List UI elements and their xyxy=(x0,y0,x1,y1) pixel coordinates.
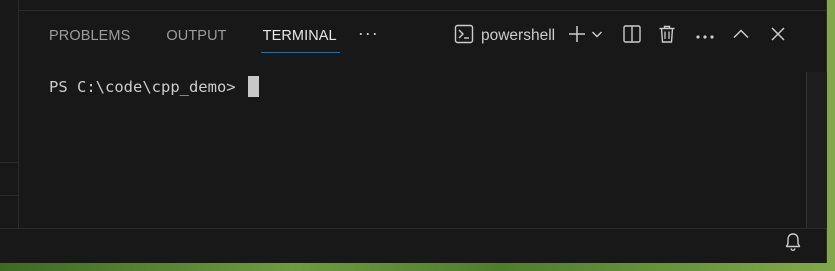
new-terminal-button[interactable] xyxy=(565,22,589,50)
chevron-down-icon xyxy=(591,27,603,45)
sidebar-divider xyxy=(0,162,18,163)
tab-problems[interactable]: PROBLEMS xyxy=(49,28,130,44)
notifications-button[interactable] xyxy=(783,232,803,257)
terminal-profile-button[interactable]: powershell xyxy=(453,23,555,50)
terminal-toolbar: powershell xyxy=(453,22,788,50)
sidebar-divider xyxy=(0,195,18,196)
split-terminal-button[interactable] xyxy=(621,22,643,50)
vscode-window: PROBLEMS OUTPUT TERMINAL ··· powershell xyxy=(0,0,827,263)
status-bar xyxy=(0,228,826,263)
terminal-profile-label: powershell xyxy=(481,27,556,44)
terminal-scrollbar[interactable] xyxy=(806,72,827,228)
kill-terminal-button[interactable] xyxy=(656,22,678,50)
close-panel-button[interactable] xyxy=(768,22,788,50)
trash-icon xyxy=(657,24,677,49)
close-icon xyxy=(770,26,786,47)
split-icon xyxy=(622,24,642,49)
terminal-icon xyxy=(453,23,475,50)
tab-terminal[interactable]: TERMINAL xyxy=(260,28,340,53)
chevron-up-icon xyxy=(732,25,750,48)
panel-tabs: PROBLEMS OUTPUT TERMINAL ··· xyxy=(19,11,379,61)
more-tabs-button[interactable]: ··· xyxy=(358,23,379,44)
plus-icon xyxy=(567,24,587,49)
terminal-cursor xyxy=(247,76,259,97)
terminal-prompt: PS C:\code\cpp_demo> xyxy=(49,77,236,96)
more-actions-button[interactable] xyxy=(693,22,717,50)
launch-profile-dropdown[interactable] xyxy=(589,22,605,50)
bell-icon xyxy=(784,232,802,257)
more-icon xyxy=(695,27,715,45)
maximize-panel-button[interactable] xyxy=(730,22,752,50)
terminal-output[interactable]: PS C:\code\cpp_demo> xyxy=(49,76,259,97)
tab-output[interactable]: OUTPUT xyxy=(166,28,226,44)
left-sidebar-edge xyxy=(0,0,19,228)
